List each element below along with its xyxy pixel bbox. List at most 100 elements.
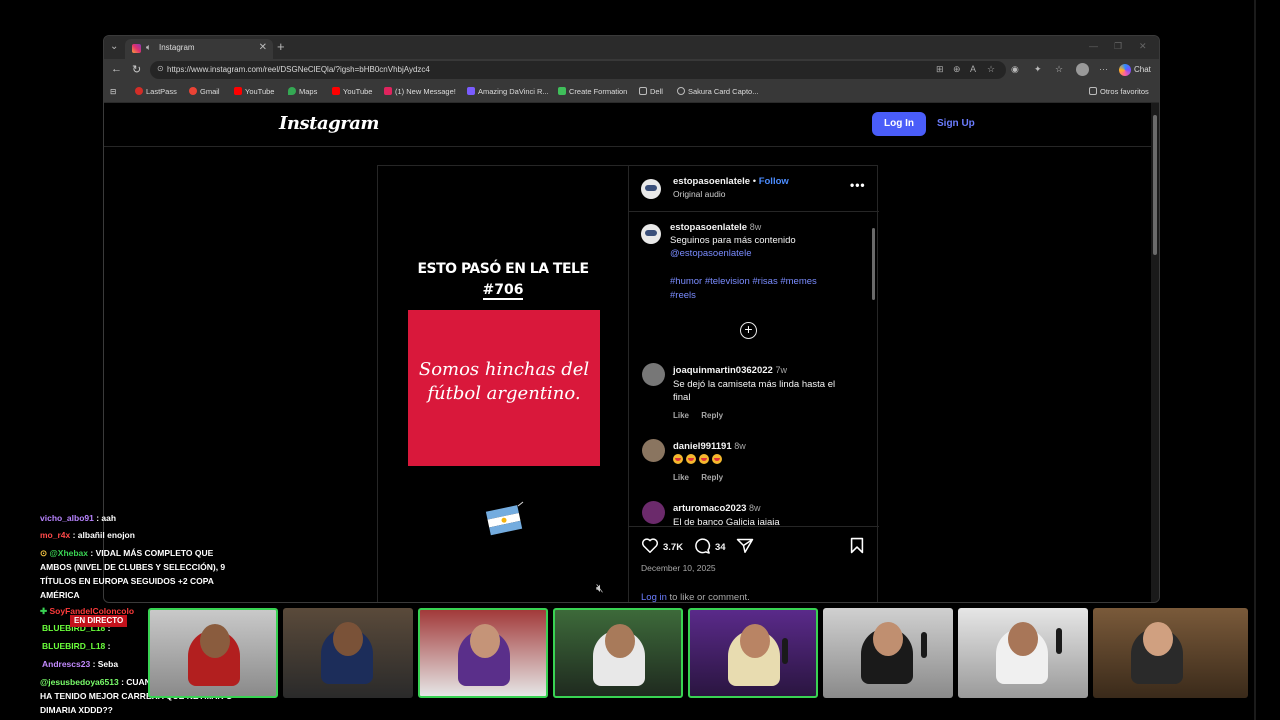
video-card-text: Somos hinchas del fútbol argentino. [418, 359, 590, 404]
webcam-tile [553, 608, 683, 698]
caption-hashtags[interactable]: #humor #television #risas #memes #reels [670, 275, 845, 302]
tab-instagram[interactable]: 🔈︎ Instagram ✕ [125, 39, 273, 59]
save-bookmark-icon[interactable] [849, 537, 865, 554]
webcam-tile [418, 608, 548, 698]
bookmark-youtube-2[interactable]: YouTube [332, 87, 372, 96]
bookmarks-toggle-icon[interactable]: ⊟ [110, 87, 116, 96]
comment-author[interactable]: daniel991191 8w [673, 441, 746, 452]
load-more-comments-button[interactable]: + [740, 322, 757, 339]
close-window-button[interactable]: ✕ [1139, 41, 1147, 52]
refresh-button[interactable]: ↻ [132, 63, 141, 76]
instagram-page: Instagram Log In Sign Up ESTO PASÓ EN LA… [104, 103, 1151, 603]
comment-author[interactable]: joaquinmartin0362022 7w [673, 365, 787, 376]
reel-post: ESTO PASÓ EN LA TELE #706 Somos hinchas … [377, 165, 879, 603]
extension-icon[interactable]: ◉ [1011, 64, 1019, 75]
signup-button[interactable]: Sign Up [937, 118, 975, 129]
more-menu-icon[interactable]: ··· [1099, 64, 1108, 74]
bookmark-dell[interactable]: Dell [639, 87, 663, 96]
audio-link[interactable]: Original audio [673, 189, 725, 199]
davinci-icon [467, 87, 475, 95]
caption-author: estopasoenlatele 8w [670, 222, 762, 233]
bookmark-youtube[interactable]: YouTube [234, 87, 274, 96]
read-aloud-icon[interactable]: A [970, 64, 976, 74]
bookmark-davinci[interactable]: Amazing DaVinci R... [467, 87, 549, 96]
instagram-logo[interactable]: Instagram [279, 113, 379, 134]
back-button[interactable]: ← [111, 63, 122, 75]
caption-mention[interactable]: @estopasoenlatele [670, 248, 751, 259]
bookmark-maps[interactable]: Maps [288, 87, 317, 96]
copilot-button[interactable]: Chat [1119, 62, 1155, 78]
youtube-icon [234, 87, 242, 95]
other-favorites[interactable]: Otros favoritos [1089, 87, 1149, 96]
author-avatar[interactable] [641, 179, 661, 199]
login-prompt: Log in to like or comment. [641, 592, 750, 603]
comment-avatar[interactable] [642, 501, 665, 524]
comment-text: Se dejó la camiseta más linda hasta el f… [673, 379, 836, 403]
comment-avatar[interactable] [642, 363, 665, 386]
new-tab-button[interactable]: + [277, 39, 285, 54]
bookmark-new-message[interactable]: (1) New Message! [384, 87, 456, 96]
video-title: ESTO PASÓ EN LA TELE [417, 261, 589, 277]
webcam-tile [148, 608, 278, 698]
comment-reply-button[interactable]: Reply [701, 473, 723, 482]
post-actions: 3.7K 34 December 10, 2025 Log in to like… [629, 526, 879, 603]
tab-bar: ⌄ 🔈︎ Instagram ✕ + — ❐ ✕ [104, 36, 1159, 59]
maximize-button[interactable]: ❐ [1114, 41, 1122, 52]
reel-video[interactable]: ESTO PASÓ EN LA TELE #706 Somos hinchas … [378, 166, 628, 602]
speaker-icon[interactable]: 🔈︎ [146, 42, 151, 53]
copilot-label: Chat [1134, 65, 1151, 74]
instagram-header: Instagram Log In Sign Up [104, 103, 1151, 147]
likes-count[interactable]: 3.7K [663, 542, 683, 553]
page-scrollbar[interactable] [1151, 103, 1159, 602]
comments-scrollbar[interactable] [870, 219, 876, 525]
bookmark-lastpass[interactable]: LastPass [135, 87, 177, 96]
instagram-favicon-icon [132, 44, 141, 53]
share-icon[interactable] [736, 537, 754, 554]
comment-actions: Like Reply [673, 473, 723, 482]
heart-icon[interactable] [641, 537, 659, 554]
bookmark-gmail[interactable]: Gmail [189, 87, 220, 96]
comments-count: 34 [715, 542, 726, 553]
live-badge: EN DIRECTO [70, 615, 128, 627]
profile-avatar[interactable] [1076, 63, 1089, 76]
favorite-star-icon[interactable]: ☆ [987, 64, 995, 75]
login-link[interactable]: Log in [641, 592, 667, 602]
bookmark-create-formation[interactable]: Create Formation [558, 87, 627, 96]
comment-actions: Like Reply [673, 411, 723, 420]
lastpass-icon [135, 87, 143, 95]
tab-actions-icon[interactable]: ⌄ [110, 41, 118, 52]
browser-window: ⌄ 🔈︎ Instagram ✕ + — ❐ ✕ ← ↻ ⊙ https://w… [103, 35, 1160, 603]
message-icon [384, 87, 392, 95]
caption-avatar[interactable] [641, 224, 661, 244]
video-episode: #706 [482, 282, 524, 300]
comment-avatar[interactable] [642, 439, 665, 462]
globe-icon [677, 87, 685, 95]
comment-like-button[interactable]: Like [673, 411, 689, 420]
youtube-icon [332, 87, 340, 95]
minimize-button[interactable]: — [1089, 41, 1098, 51]
video-card: Somos hinchas del fútbol argentino. [408, 310, 600, 466]
bookmark-sakura[interactable]: Sakura Card Capto... [677, 87, 758, 96]
address-bar[interactable]: ⊙ https://www.instagram.com/reel/DSGNeCl… [150, 61, 1006, 79]
extensions-puzzle-icon[interactable]: ✦ [1034, 64, 1042, 75]
url-text[interactable]: https://www.instagram.com/reel/DSGNeClEQ… [167, 65, 430, 74]
site-info-icon[interactable]: ⊙ [157, 64, 164, 73]
comment-like-button[interactable]: Like [673, 473, 689, 482]
login-button[interactable]: Log In [872, 112, 926, 136]
webcam-tile [823, 608, 953, 698]
close-tab-icon[interactable]: ✕ [259, 42, 267, 53]
follow-button[interactable]: Follow [759, 176, 789, 187]
more-options-icon[interactable]: ••• [850, 178, 866, 192]
argentina-flag-icon [485, 501, 524, 536]
zoom-icon[interactable]: ⊕ [953, 64, 961, 75]
author-username[interactable]: estopasoenlatele [673, 176, 750, 187]
maps-pin-icon [288, 87, 296, 95]
webcam-tile [283, 608, 413, 698]
comment-author[interactable]: arturomaco2023 8w [673, 503, 761, 514]
comments-list: estopasoenlatele 8w Seguinos para más co… [629, 213, 879, 525]
comment-reply-button[interactable]: Reply [701, 411, 723, 420]
mute-icon[interactable]: 🔇︎ [596, 581, 604, 596]
comment-icon[interactable] [693, 537, 711, 554]
favorites-icon[interactable]: ☆ [1055, 64, 1063, 75]
app-available-icon[interactable]: ⊞ [936, 64, 944, 75]
